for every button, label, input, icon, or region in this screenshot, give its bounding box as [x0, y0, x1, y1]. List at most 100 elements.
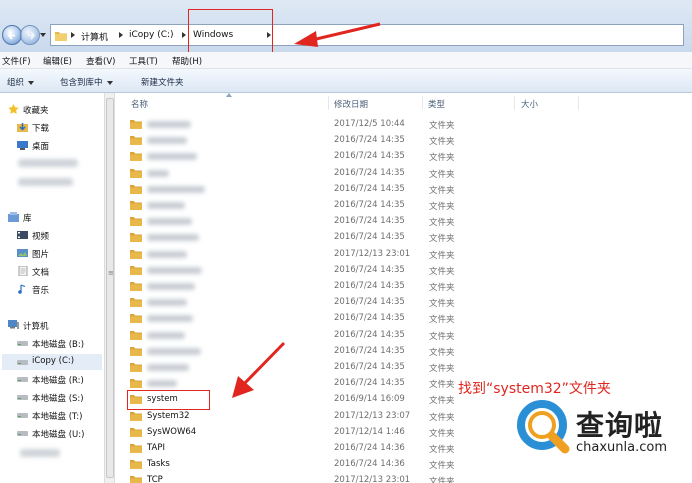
column-header-name[interactable]: 名称: [131, 98, 148, 110]
column-header-size[interactable]: 大小: [521, 98, 538, 110]
picture-icon: [17, 249, 28, 257]
folder-icon: [130, 476, 142, 483]
folder-icon: [130, 346, 142, 356]
file-type: 文件夹: [429, 477, 455, 483]
folder-icon: [130, 136, 142, 146]
column-divider[interactable]: [514, 96, 515, 110]
file-row[interactable]: 2016/7/24 14:35 文件夹: [116, 342, 692, 358]
file-type: 文件夹: [429, 412, 455, 423]
nav-drive-c[interactable]: iCopy (C:): [2, 354, 102, 370]
chevron-down-icon: [106, 80, 113, 85]
file-modified-date: 2016/7/24 14:35: [334, 135, 405, 146]
star-icon: [8, 104, 19, 114]
menu-view[interactable]: 查看(V): [86, 55, 115, 67]
file-row[interactable]: 2016/7/24 14:35 文件夹: [116, 212, 692, 228]
file-row[interactable]: 2016/7/24 14:35 文件夹: [116, 164, 692, 180]
file-row[interactable]: TCP 2017/12/13 23:01 文件夹: [116, 471, 692, 483]
folder-icon: [130, 282, 142, 291]
file-row[interactable]: 2016/7/24 14:35 文件夹: [116, 358, 692, 374]
drive-icon: [17, 360, 28, 365]
redacted-file-name: [147, 331, 185, 339]
file-modified-date: 2017/12/13 23:01: [334, 475, 411, 483]
breadcrumb-arrow-icon[interactable]: [182, 32, 186, 38]
nav-pane-scrollbar[interactable]: ≡: [104, 93, 115, 483]
file-name: TAPI: [147, 443, 165, 453]
folder-icon: [130, 120, 142, 129]
forward-button[interactable]: [20, 25, 40, 45]
column-divider[interactable]: [578, 96, 579, 110]
redacted-file-name: [147, 364, 189, 371]
file-row[interactable]: 2016/7/24 14:35 文件夹: [116, 309, 692, 325]
file-row[interactable]: 2016/7/24 14:35 文件夹: [116, 131, 692, 147]
file-modified-date: 2016/7/24 14:35: [334, 183, 405, 194]
menu-file[interactable]: 文件(F): [2, 55, 31, 67]
folder-icon: [130, 201, 142, 210]
file-name: SysWOW64: [147, 426, 197, 437]
library-icon: [8, 212, 19, 222]
redacted-file-name: [147, 380, 177, 388]
arrow-right-icon: [28, 31, 36, 40]
file-modified-date: 2017/12/14 1:46: [334, 426, 405, 437]
redacted-nav-item: [18, 178, 73, 186]
menu-help[interactable]: 帮助(H): [172, 55, 202, 67]
include-in-library-button[interactable]: 包含到库中: [60, 76, 113, 88]
recent-pages-dropdown-icon[interactable]: [39, 32, 47, 38]
downloads-icon: [17, 123, 28, 132]
folder-icon: [130, 168, 142, 178]
breadcrumb-drive[interactable]: iCopy (C:): [129, 30, 174, 40]
redacted-file-name: [147, 218, 192, 226]
file-row[interactable]: 2016/7/24 14:35 文件夹: [116, 326, 692, 342]
file-row[interactable]: 2017/12/5 10:44 文件夹: [116, 115, 692, 131]
file-type: 文件夹: [429, 299, 455, 310]
nav-libraries-label: 库: [23, 214, 32, 224]
folder-icon: [130, 427, 142, 437]
file-type: 文件夹: [429, 347, 455, 358]
redacted-file-name: [147, 315, 193, 323]
column-header-type[interactable]: 类型: [428, 98, 445, 110]
menu-tools[interactable]: 工具(T): [129, 55, 158, 67]
nav-documents-label: 文档: [32, 268, 50, 278]
organize-label: 组织: [7, 78, 25, 88]
include-in-library-label: 包含到库中: [60, 78, 103, 88]
system32-highlight-box: [127, 390, 210, 410]
column-divider[interactable]: [328, 96, 329, 110]
file-modified-date: 2016/7/24 14:35: [334, 216, 405, 227]
file-type: 文件夹: [429, 266, 455, 277]
folder-icon: [130, 363, 142, 372]
red-arrow-icon: [232, 341, 286, 398]
column-divider[interactable]: [422, 96, 423, 110]
file-row[interactable]: 2016/7/24 14:35 文件夹: [116, 196, 692, 212]
breadcrumb-arrow-icon[interactable]: [119, 32, 123, 38]
file-row[interactable]: 2016/7/24 14:35 文件夹: [116, 147, 692, 163]
annotation-text: 找到“system32”文件夹: [458, 381, 611, 397]
nav-drive-label: 本地磁盘 (T:): [32, 412, 83, 422]
folder-icon: [130, 152, 142, 162]
file-modified-date: 2016/7/24 14:35: [334, 345, 405, 356]
file-row[interactable]: 2017/12/13 23:01 文件夹: [116, 245, 692, 261]
file-row[interactable]: 2016/7/24 14:35 文件夹: [116, 180, 692, 196]
column-header-modified[interactable]: 修改日期: [334, 98, 368, 110]
back-button[interactable]: [2, 25, 22, 45]
redacted-file-name: [147, 169, 169, 177]
file-modified-date: 2016/7/24 14:35: [334, 264, 405, 275]
organize-button[interactable]: 组织: [7, 76, 35, 88]
scrollbar-thumb[interactable]: [106, 98, 114, 478]
redacted-file-name: [147, 347, 201, 355]
redacted-nav-item: [20, 449, 60, 457]
file-row[interactable]: 2016/7/24 14:35 文件夹: [116, 293, 692, 309]
file-modified-date: 2016/7/24 14:35: [334, 151, 405, 162]
file-row[interactable]: 2016/7/24 14:35 文件夹: [116, 228, 692, 244]
file-type: 文件夹: [429, 202, 455, 212]
folder-icon: [130, 298, 142, 308]
address-bar-area: 计算机 iCopy (C:) Windows: [0, 0, 692, 55]
breadcrumb-arrow-icon[interactable]: [71, 32, 75, 38]
file-row[interactable]: 2016/7/24 14:35 文件夹: [116, 277, 692, 293]
menu-edit[interactable]: 编辑(E): [43, 55, 72, 67]
nav-favorites-label: 收藏夹: [23, 106, 49, 116]
folder-icon: [130, 314, 142, 324]
file-type: 文件夹: [429, 250, 455, 261]
file-row[interactable]: 2016/7/24 14:35 文件夹: [116, 261, 692, 277]
breadcrumb-computer[interactable]: 计算机: [81, 30, 108, 43]
redacted-file-name: [147, 185, 205, 193]
new-folder-button[interactable]: 新建文件夹: [141, 76, 184, 88]
